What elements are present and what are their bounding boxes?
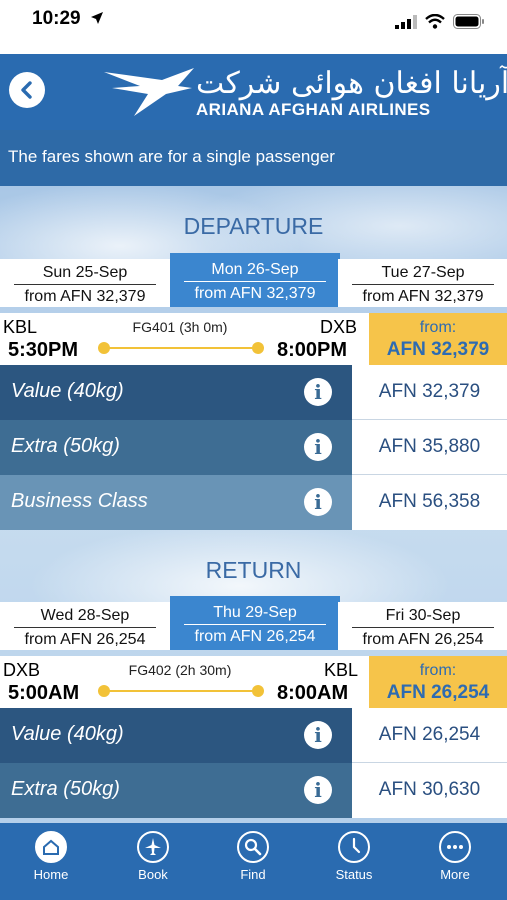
return-date-row: Wed 28-Sep from AFN 26,254 Thu 29-Sep fr…: [0, 596, 507, 650]
fare-option-business[interactable]: Business Class i AFN 56,358: [0, 475, 507, 530]
chevron-left-icon: [21, 81, 32, 99]
date-price: from AFN 32,379: [362, 288, 484, 305]
tab-find[interactable]: Find: [213, 831, 293, 882]
destination-code: KBL: [324, 660, 359, 680]
date-price: from AFN 32,379: [194, 285, 316, 302]
date-price: from AFN 26,254: [24, 631, 146, 648]
return-date-next[interactable]: Fri 30-Sep from AFN 26,254: [338, 602, 507, 650]
departure-title: DEPARTURE: [183, 213, 324, 239]
tab-book[interactable]: Book: [113, 831, 193, 882]
fare-price: AFN 35,880: [352, 420, 507, 475]
fare-name: Extra (50kg): [0, 763, 352, 818]
date-label: Tue 27-Sep: [352, 264, 494, 285]
tab-status[interactable]: Status: [314, 831, 394, 882]
route-end-dot: [252, 342, 264, 354]
return-date-selected[interactable]: Thu 29-Sep from AFN 26,254: [170, 596, 340, 650]
bottom-tab-bar: Home Book Find Status More: [0, 823, 507, 900]
tab-label: Book: [138, 867, 168, 882]
location-arrow-icon: [91, 12, 103, 24]
info-icon[interactable]: i: [304, 433, 332, 461]
logo-script-text: دآریانا افغان هوائی شرکت: [196, 66, 507, 101]
date-label: Thu 29-Sep: [184, 604, 326, 625]
flight-number: FG401 (3h 0m): [132, 319, 228, 335]
origin-code: KBL: [3, 317, 38, 337]
arrival-time: 8:00AM: [277, 682, 349, 704]
lowest-fare-badge[interactable]: from: AFN 32,379: [369, 313, 507, 365]
home-icon: [35, 831, 67, 863]
date-price: from AFN 26,254: [194, 628, 316, 645]
fare-price: AFN 56,358: [352, 475, 507, 530]
fare-notice: The fares shown are for a single passeng…: [0, 130, 507, 186]
date-label: Fri 30-Sep: [352, 607, 494, 628]
return-flight-row[interactable]: DXB 5:00AM FG402 (2h 30m) KBL 8:00AM fro…: [0, 656, 507, 708]
return-title: RETURN: [205, 557, 302, 583]
tab-label: Home: [33, 867, 69, 882]
status-icons: [395, 14, 485, 29]
return-fare-option-value[interactable]: Value (40kg) i AFN 26,254: [0, 708, 507, 763]
tab-label: Status: [335, 867, 373, 882]
departure-date-prev[interactable]: Sun 25-Sep from AFN 32,379: [0, 259, 170, 307]
departure-date-selected[interactable]: Mon 26-Sep from AFN 32,379: [170, 253, 340, 307]
departure-date-row: Sun 25-Sep from AFN 32,379 Mon 26-Sep fr…: [0, 253, 507, 307]
from-label: from:: [419, 319, 457, 336]
more-icon: [439, 831, 471, 863]
tab-label: More: [440, 867, 470, 882]
fare-price: AFN 26,254: [352, 708, 507, 763]
status-time: 10:29: [32, 8, 81, 29]
info-icon[interactable]: i: [304, 378, 332, 406]
info-icon[interactable]: i: [304, 488, 332, 516]
from-label: from:: [419, 662, 457, 679]
signal-icon: [395, 14, 417, 29]
lowest-fare-badge[interactable]: from: AFN 26,254: [369, 656, 507, 708]
departure-time: 5:30PM: [8, 339, 79, 361]
info-icon[interactable]: i: [304, 776, 332, 804]
date-label: Mon 26-Sep: [184, 261, 326, 282]
tab-home[interactable]: Home: [11, 831, 91, 882]
tab-label: Find: [240, 867, 266, 882]
fare-price: AFN 30,630: [352, 763, 507, 818]
arrival-time: 8:00PM: [277, 339, 348, 361]
status-bar: 10:29: [0, 0, 507, 54]
from-price: AFN 32,379: [386, 339, 490, 360]
fare-option-value[interactable]: Value (40kg) i AFN 32,379: [0, 365, 507, 420]
departure-date-next[interactable]: Tue 27-Sep from AFN 32,379: [338, 259, 507, 307]
destination-code: DXB: [320, 317, 358, 337]
departure-time: 5:00AM: [8, 682, 80, 704]
fare-name: Business Class: [0, 475, 352, 530]
bird-logo-icon: [104, 68, 194, 116]
flight-number: FG402 (2h 30m): [128, 662, 232, 678]
battery-icon: [453, 14, 484, 29]
return-date-prev[interactable]: Wed 28-Sep from AFN 26,254: [0, 602, 170, 650]
route-end-dot: [252, 685, 264, 697]
clock-icon: [338, 831, 370, 863]
fare-name: Value (40kg): [0, 365, 352, 420]
tab-more[interactable]: More: [415, 831, 495, 882]
return-fare-option-extra[interactable]: Extra (50kg) i AFN 30,630: [0, 763, 507, 818]
fare-name: Extra (50kg): [0, 420, 352, 475]
airline-logo: دآریانا افغان هوائی شرکت ARIANA AFGHAN A…: [104, 66, 507, 122]
fare-price: AFN 32,379: [352, 365, 507, 420]
fare-name: Value (40kg): [0, 708, 352, 763]
info-icon[interactable]: i: [304, 721, 332, 749]
app-header: دآریانا افغان هوائی شرکت ARIANA AFGHAN A…: [0, 54, 507, 130]
date-price: from AFN 26,254: [362, 631, 484, 648]
airplane-icon: [137, 831, 169, 863]
date-label: Wed 28-Sep: [14, 607, 156, 628]
origin-code: DXB: [3, 660, 41, 680]
route-start-dot: [98, 685, 110, 697]
from-price: AFN 26,254: [386, 682, 490, 703]
back-button[interactable]: [9, 72, 45, 108]
logo-name-text: ARIANA AFGHAN AIRLINES: [196, 100, 431, 119]
date-label: Sun 25-Sep: [14, 264, 156, 285]
wifi-icon: [425, 14, 445, 29]
fare-option-extra[interactable]: Extra (50kg) i AFN 35,880: [0, 420, 507, 475]
search-icon: [237, 831, 269, 863]
route-line: [104, 690, 258, 692]
route-start-dot: [98, 342, 110, 354]
departure-flight-row[interactable]: KBL 5:30PM FG401 (3h 0m) DXB 8:00PM from…: [0, 313, 507, 365]
route-line: [104, 347, 258, 349]
date-price: from AFN 32,379: [24, 288, 146, 305]
